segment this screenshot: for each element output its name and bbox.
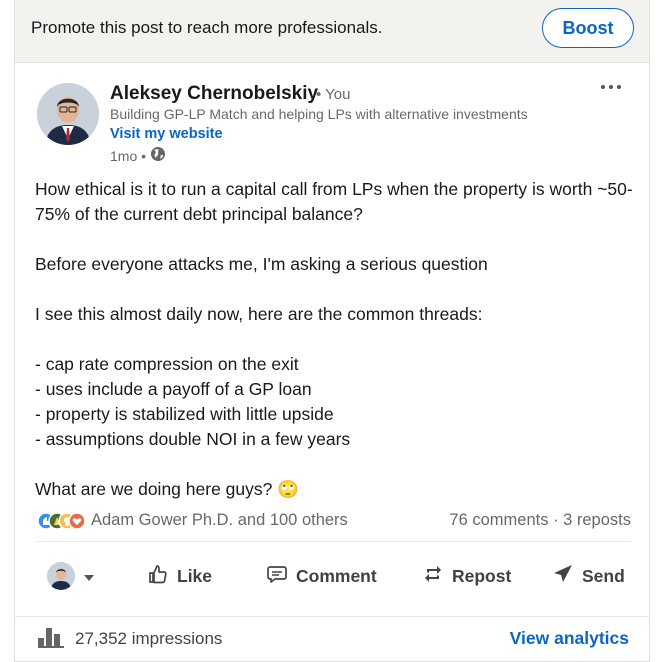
- post-time: 1mo •: [110, 147, 147, 164]
- comment-button[interactable]: Comment: [266, 556, 377, 596]
- repost-icon: [422, 563, 444, 590]
- love-reaction-icon: [68, 512, 86, 530]
- post-paragraph: - property is stabilized with little ups…: [35, 404, 334, 424]
- comment-icon: [266, 563, 288, 590]
- post-paragraph: I see this almost daily now, here are th…: [35, 304, 483, 324]
- impressions[interactable]: 27,352 impressions: [37, 626, 222, 652]
- post-meta: 1mo •: [110, 146, 166, 165]
- author-name[interactable]: Aleksey Chernobelskiy: [110, 83, 318, 105]
- post-paragraph: Before everyone attacks me, I'm asking a…: [35, 254, 488, 274]
- post-paragraph: What are we doing here guys? 🙄: [35, 479, 300, 499]
- comment-label: Comment: [296, 565, 377, 586]
- post-card: Aleksey Chernobelskiy • You Building GP-…: [14, 63, 650, 662]
- author-headline: Building GP-LP Match and helping LPs wit…: [110, 106, 528, 122]
- author-avatar[interactable]: [37, 83, 99, 145]
- ellipsis-icon: [601, 85, 621, 89]
- send-icon: [552, 563, 574, 590]
- caret-down-icon: [83, 566, 95, 587]
- post-body: How ethical is it to run a capital call …: [35, 177, 635, 502]
- social-counts: Adam Gower Ph.D. and 100 others 76 comme…: [37, 509, 631, 533]
- divider: [37, 541, 631, 542]
- view-analytics-link[interactable]: View analytics: [510, 628, 629, 649]
- post-paragraph: - cap rate compression on the exit: [35, 354, 299, 374]
- repost-label: Repost: [452, 565, 512, 586]
- like-button[interactable]: Like: [147, 556, 212, 596]
- impressions-count: 27,352 impressions: [75, 629, 223, 648]
- thumbs-up-icon: [147, 563, 169, 590]
- promote-banner: Promote this post to reach more professi…: [14, 0, 650, 63]
- reaction-icons[interactable]: [37, 511, 86, 531]
- like-label: Like: [177, 565, 213, 586]
- send-button[interactable]: Send: [552, 556, 625, 596]
- avatar: [47, 562, 75, 590]
- reactions-summary[interactable]: Adam Gower Ph.D. and 100 others: [91, 511, 348, 530]
- post-paragraph: - assumptions double NOI in a few years: [35, 429, 351, 449]
- divider: [15, 616, 649, 617]
- visit-website-link[interactable]: Visit my website: [110, 126, 223, 142]
- send-label: Send: [582, 565, 625, 586]
- author-relation: • You: [316, 86, 351, 103]
- more-options-button[interactable]: [595, 75, 627, 99]
- react-as-selector[interactable]: [47, 556, 95, 596]
- globe-icon: [150, 146, 166, 165]
- post-paragraph: How ethical is it to run a capital call …: [35, 179, 633, 224]
- comments-reposts-count[interactable]: 76 comments · 3 reposts: [449, 511, 631, 530]
- post-paragraph: - uses include a payoff of a GP loan: [35, 379, 312, 399]
- repost-button[interactable]: Repost: [422, 556, 511, 596]
- post-actions: Like Comment Repost Send: [37, 556, 631, 596]
- boost-button[interactable]: Boost: [542, 8, 634, 48]
- bar-chart-icon: [37, 626, 65, 653]
- promote-text: Promote this post to reach more professi…: [31, 18, 383, 37]
